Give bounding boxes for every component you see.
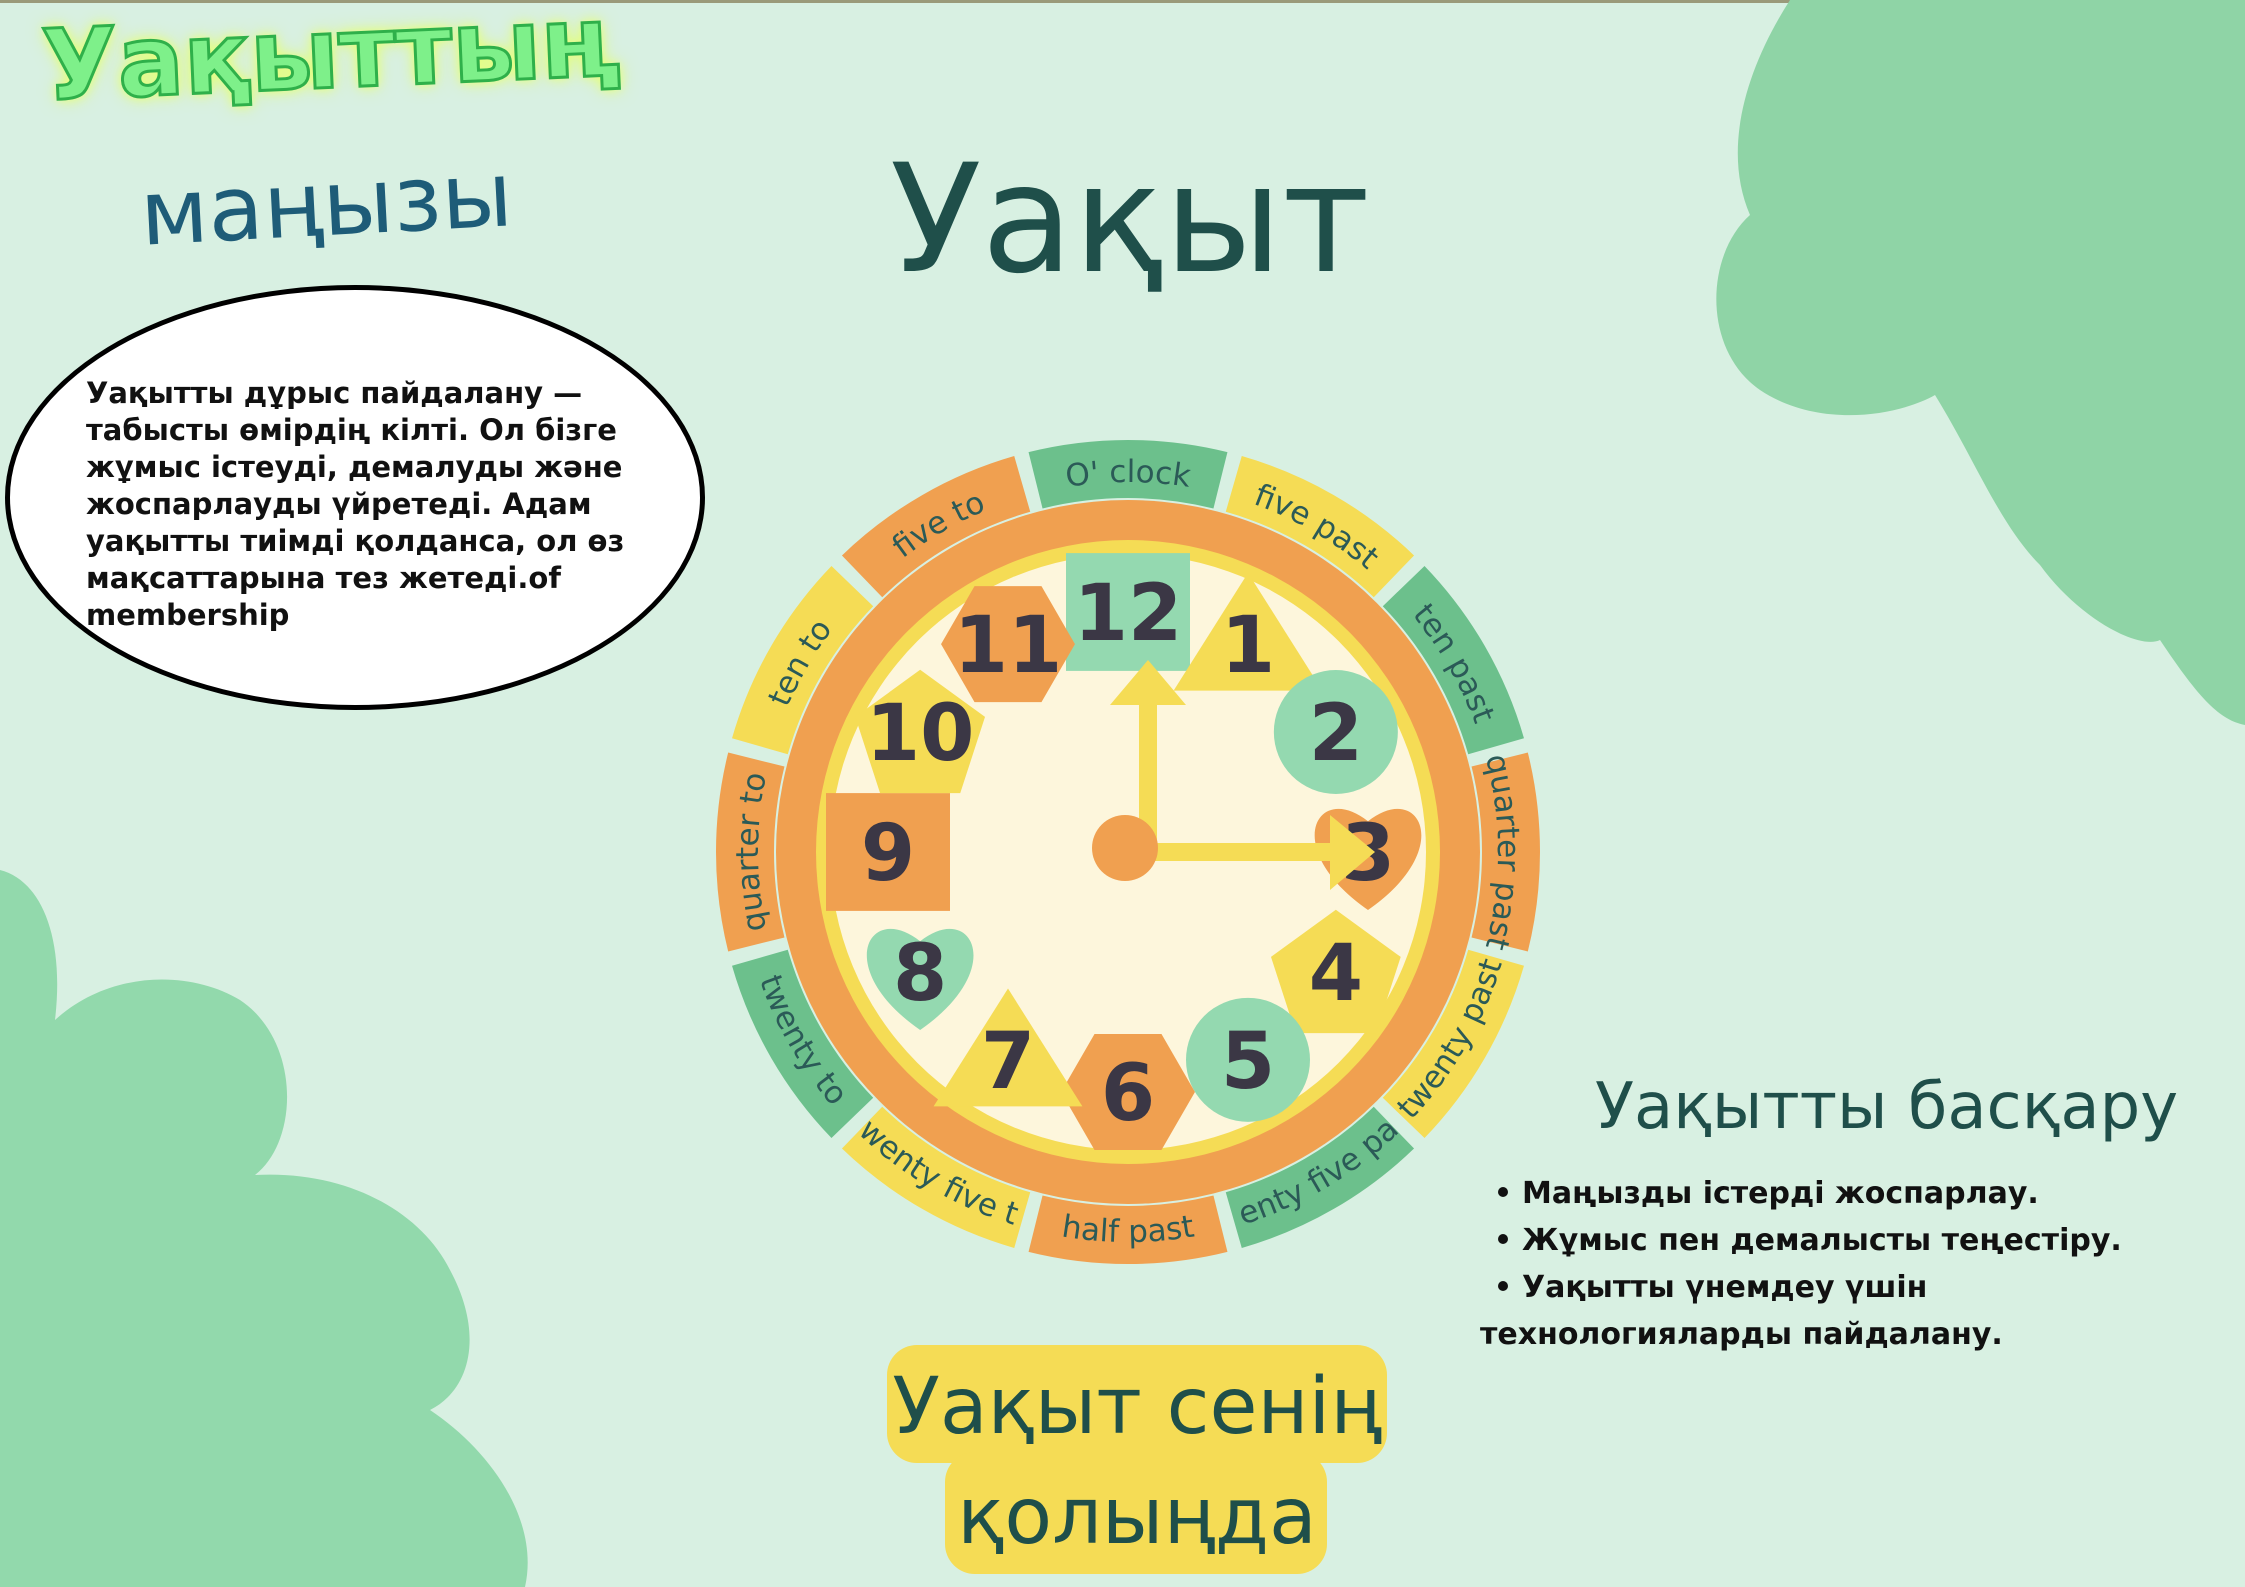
clock-number: 6 [1101,1049,1155,1139]
clock-number: 2 [1309,689,1363,779]
clock-number: 11 [954,601,1063,691]
time-management-heading: Уақытты басқару [1595,1070,2179,1144]
slogan-line-1: Уақыт сенің [892,1362,1382,1452]
clock-number: 8 [893,929,947,1019]
bullet-icon [1498,1186,1508,1197]
clock-heading: Уақыт [890,133,1370,307]
bullet-icon [1498,1233,1508,1244]
hour-hand [1140,843,1340,861]
poster: Уақыттың маңызы Уақыт Уақытты дұрыс пайд… [0,0,2245,1587]
clock-number: 9 [861,809,915,899]
clock: O' clockfive pastten pastquarter pasttwe… [620,360,1540,1264]
clock-number: 4 [1309,929,1363,1019]
slogan: Уақыт сенің қолыңда [887,1352,1387,1572]
bubble-text: Уақытты дұрыс пайдалану — табысты өмірді… [86,376,625,632]
clock-number: 5 [1221,1017,1275,1107]
list-item: Жұмыс пен демалысты теңестіру. [1480,1217,2240,1264]
list-item: Уақытты үнемдеу үшін технологияларды пай… [1480,1270,2003,1352]
leaf-bottom-left [0,870,528,1587]
leaf-top-right [1716,0,2245,725]
clock-number: 1 [1221,601,1275,691]
clock-number: 10 [866,689,975,779]
clock-number: 12 [1074,569,1183,659]
poster-title: Уақыттың [38,0,624,125]
bullet-icon [1498,1280,1508,1291]
list-item: Маңызды істерді жоспарлау. [1480,1170,2240,1217]
poster-subtitle: маңызы [137,142,515,267]
clock-center-pin [1092,815,1158,881]
clock-segment-label: half past [1060,1209,1197,1251]
time-management-list: Маңызды істерді жоспарлау. Жұмыс пен дем… [1480,1170,2240,1358]
clock-number: 7 [981,1017,1035,1107]
slogan-line-2: қолыңда [957,1472,1317,1562]
